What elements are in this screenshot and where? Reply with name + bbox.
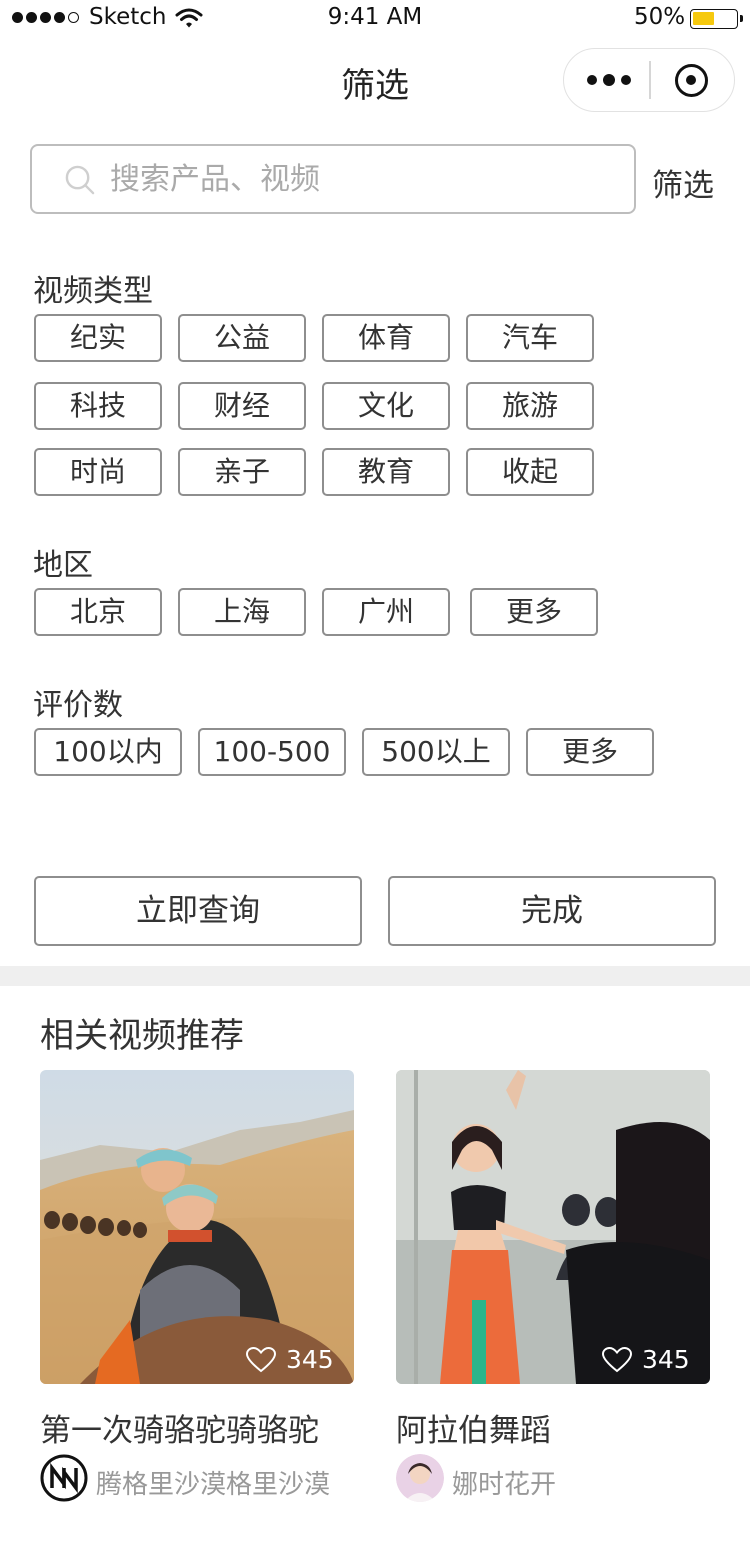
target-icon[interactable] <box>675 64 708 97</box>
tag-video-type[interactable]: 汽车 <box>466 314 594 362</box>
search-box[interactable] <box>30 144 636 214</box>
tag-video-type[interactable]: 公益 <box>178 314 306 362</box>
rating-more-button[interactable]: 更多 <box>526 728 654 776</box>
status-bar: Sketch 9:41 AM 50% <box>0 0 750 40</box>
tag-region[interactable]: 上海 <box>178 588 306 636</box>
tag-video-type[interactable]: 科技 <box>34 382 162 430</box>
heart-icon <box>602 1346 632 1372</box>
tag-video-type[interactable]: 财经 <box>178 382 306 430</box>
search-input[interactable] <box>110 157 610 201</box>
author-name[interactable]: 腾格里沙漠格里沙漠 <box>96 1464 330 1501</box>
mini-program-capsule <box>563 48 735 112</box>
capsule-divider <box>649 61 651 99</box>
like-number: 345 <box>642 1345 690 1374</box>
tag-video-type[interactable]: 体育 <box>322 314 450 362</box>
battery-percent: 50% <box>634 4 686 30</box>
rating-title: 评价数 <box>33 688 123 723</box>
region-more-button[interactable]: 更多 <box>470 588 598 636</box>
tag-video-type[interactable]: 时尚 <box>34 448 162 496</box>
author-name[interactable]: 娜时花开 <box>452 1464 556 1501</box>
heart-icon <box>246 1346 276 1372</box>
tag-video-type[interactable]: 旅游 <box>466 382 594 430</box>
author-avatar <box>396 1454 444 1502</box>
tag-video-type[interactable]: 教育 <box>322 448 450 496</box>
tag-video-type[interactable]: 文化 <box>322 382 450 430</box>
video-thumbnail[interactable] <box>396 1070 710 1384</box>
recommend-title: 相关视频推荐 <box>40 1016 244 1056</box>
video-type-title: 视频类型 <box>33 274 153 309</box>
like-number: 345 <box>286 1345 334 1374</box>
tag-region[interactable]: 北京 <box>34 588 162 636</box>
tag-rating[interactable]: 100-500 <box>198 728 346 776</box>
tag-rating[interactable]: 100以内 <box>34 728 182 776</box>
tag-region[interactable]: 广州 <box>322 588 450 636</box>
tag-rating[interactable]: 500以上 <box>362 728 510 776</box>
more-dots-icon[interactable] <box>587 74 631 86</box>
region-title: 地区 <box>33 548 93 583</box>
tag-video-type[interactable]: 亲子 <box>178 448 306 496</box>
video-title[interactable]: 第一次骑骆驼骑骆驼 <box>40 1405 319 1450</box>
author-avatar <box>40 1454 88 1502</box>
query-button[interactable]: 立即查询 <box>34 876 362 946</box>
search-icon <box>65 165 95 195</box>
tag-video-type[interactable]: 纪实 <box>34 314 162 362</box>
like-count: 345 <box>246 1345 334 1374</box>
battery-icon <box>690 9 743 29</box>
like-count: 345 <box>602 1345 690 1374</box>
collapse-button[interactable]: 收起 <box>466 448 594 496</box>
section-divider <box>0 966 750 986</box>
video-thumbnail[interactable] <box>40 1070 354 1384</box>
done-button[interactable]: 完成 <box>388 876 716 946</box>
video-title[interactable]: 阿拉伯舞蹈 <box>396 1405 551 1450</box>
filter-button[interactable]: 筛选 <box>652 160 714 205</box>
